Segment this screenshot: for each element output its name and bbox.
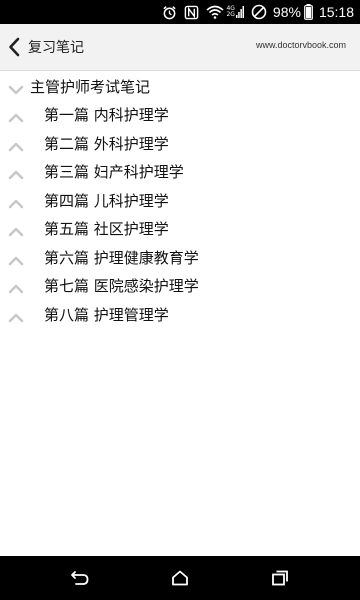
chevron-up-icon xyxy=(8,108,24,127)
chevron-up-icon xyxy=(8,279,24,298)
tree-item-label: 第一篇 内科护理学 xyxy=(44,106,169,124)
battery-percent: 98% xyxy=(272,4,301,20)
page-title: 复习笔记 xyxy=(28,40,84,56)
notes-tree: 主管护师考试笔记 第一篇 内科护理学 第二篇 外科护理学 第三篇 妇产科护理学 … xyxy=(0,72,360,328)
tree-item[interactable]: 第二篇 外科护理学 xyxy=(0,129,360,158)
tree-root[interactable]: 主管护师考试笔记 xyxy=(0,72,360,100)
tree-item[interactable]: 第七篇 医院感染护理学 xyxy=(0,271,360,300)
tree-item-label: 第六篇 护理健康教育学 xyxy=(44,248,199,267)
tree-item-label: 第三篇 妇产科护理学 xyxy=(44,163,184,181)
tree-item[interactable]: 第一篇 内科护理学 xyxy=(0,100,360,129)
home-icon xyxy=(171,570,189,586)
nfc-icon xyxy=(184,5,199,20)
site-url: www.doctorvbook.com xyxy=(255,40,346,50)
chevron-down-icon xyxy=(8,80,24,99)
tree-item-label: 第七篇 医院感染护理学 xyxy=(44,277,199,295)
nav-recents-button[interactable] xyxy=(250,556,310,600)
nav-back-button[interactable] xyxy=(50,556,110,600)
back-nav-icon xyxy=(70,570,90,586)
status-icons: 4G 2G 98% 15:18 xyxy=(155,0,354,24)
chevron-up-icon xyxy=(8,137,24,156)
chevron-up-icon xyxy=(8,165,24,184)
chevron-up-icon xyxy=(8,308,24,327)
wifi-icon xyxy=(206,5,224,19)
app-header: 复习笔记 www.doctorvbook.com xyxy=(0,24,360,71)
tree-item-label: 第五篇 社区护理学 xyxy=(44,220,169,238)
status-bar: 4G 2G 98% 15:18 xyxy=(0,0,360,24)
clock: 15:18 xyxy=(318,4,354,20)
alarm-icon xyxy=(162,5,177,20)
navigation-bar xyxy=(0,556,360,600)
chevron-up-icon xyxy=(8,194,24,213)
back-button[interactable]: 复习笔记 xyxy=(0,24,92,70)
tree-item[interactable]: 第六篇 护理健康教育学 xyxy=(0,243,360,272)
tree-item-label: 第四篇 儿科护理学 xyxy=(44,191,169,210)
tree-item[interactable]: 第四篇 儿科护理学 xyxy=(0,186,360,215)
chevron-up-icon xyxy=(8,251,24,270)
tree-item-label: 第二篇 外科护理学 xyxy=(44,134,169,153)
network-type: 4G 2G xyxy=(226,6,234,18)
signal-icon xyxy=(235,5,244,19)
tree-item-label: 第八篇 护理管理学 xyxy=(44,305,169,324)
recent-apps-icon xyxy=(271,570,289,586)
chevron-up-icon xyxy=(8,222,24,241)
tree-root-label: 主管护师考试笔记 xyxy=(30,78,151,96)
tree-item[interactable]: 第三篇 妇产科护理学 xyxy=(0,157,360,186)
net-bottom-label: 2G xyxy=(226,11,235,18)
battery-icon xyxy=(304,4,313,20)
nav-home-button[interactable] xyxy=(150,556,210,600)
tree-item[interactable]: 第五篇 社区护理学 xyxy=(0,214,360,243)
chevron-left-icon xyxy=(8,37,20,57)
tree-item[interactable]: 第八篇 护理管理学 xyxy=(0,300,360,329)
do-not-disturb-icon xyxy=(251,4,267,20)
